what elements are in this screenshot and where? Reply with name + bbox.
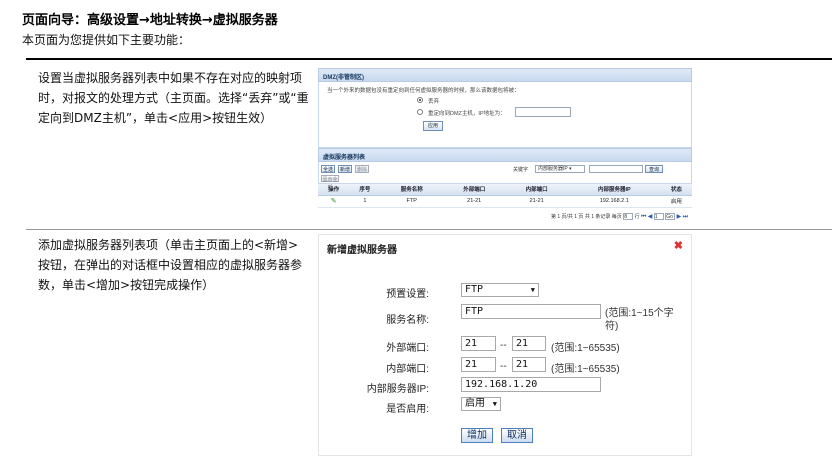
pager-text: 第 1 页/共 1 页 共 1 条记录 每页 — [550, 214, 622, 220]
row-name: FTP — [380, 195, 443, 208]
dmz-panel-header: DMZ(非管制区) — [318, 68, 692, 82]
enable-select[interactable]: 启用 ▼ — [461, 397, 501, 411]
col-action: 操作 — [318, 184, 350, 196]
close-icon[interactable]: ✖ — [674, 239, 683, 252]
vs-toolbar: 全选 新增 删除 显示全部 关键字 内部服务器IP ▾ 查询 — [318, 162, 692, 191]
int-port-to-input[interactable]: 21 — [512, 357, 546, 372]
caret-down-icon: ▼ — [530, 286, 535, 294]
drop-label: 丢弃 — [428, 99, 440, 105]
drop-radio[interactable] — [417, 97, 423, 103]
service-name-label: 服务名称: — [386, 315, 429, 326]
dmz-panel-body: 当一个外来的数据包没有重定向到任何虚拟服务器的时候，那么该数据包将被： 丢弃 重… — [318, 82, 692, 148]
keyword-select-value: 内部服务器IP — [538, 166, 568, 172]
row-int-ip: 192.168.2.1 — [567, 195, 661, 208]
caret-down-icon: ▼ — [492, 400, 497, 408]
row-status: 启用 — [660, 195, 692, 208]
page-size-input[interactable]: 8 — [623, 213, 634, 221]
ext-port-hint: (范围:1~65535) — [551, 343, 620, 354]
server-ip-label: 内部服务器IP: — [366, 384, 429, 395]
int-port-dash: -- — [500, 361, 507, 372]
next-page-icon[interactable]: ▶ — [677, 214, 682, 220]
service-name-input[interactable]: FTP — [461, 304, 601, 319]
ext-port-from-input[interactable]: 21 — [461, 336, 496, 351]
keyword-label: 关键字 — [513, 167, 529, 173]
vs-list-header: 虚拟服务器列表 — [318, 148, 692, 162]
ext-port-dash: -- — [500, 340, 507, 351]
col-ext-port: 外部端口 — [442, 184, 506, 196]
keyword-input[interactable] — [589, 165, 643, 173]
int-port-label: 内部端口: — [386, 364, 429, 375]
col-int-port: 内部端口 — [505, 184, 568, 196]
row1-description: 设置当虚拟服务器列表中如果不存在对应的映射项时，对报文的处理方式（主页面。选择“… — [38, 71, 309, 125]
enable-select-value: 启用 — [465, 398, 485, 409]
preset-select[interactable]: FTP ▼ — [461, 283, 539, 297]
preset-select-value: FTP — [465, 284, 484, 295]
add-server-dialog: 新增虚拟服务器 ✖ 预置设置: FTP ▼ 服务名称: FTP (范围:1~15… — [318, 234, 692, 456]
enable-label: 是否启用: — [386, 404, 429, 415]
mid-divider — [26, 229, 832, 230]
go-button[interactable]: Go — [665, 213, 676, 221]
redirect-radio[interactable] — [417, 109, 423, 115]
table-row: ✎ 1 FTP 21-21 21-21 192.168.2.1 启用 — [318, 195, 692, 208]
col-status: 状态 — [660, 184, 692, 196]
dmz-screenshot: DMZ(非管制区) 当一个外来的数据包没有重定向到任何虚拟服务器的时候，那么该数… — [318, 68, 692, 226]
row-ext-port: 21-21 — [442, 195, 506, 208]
prev-page-icon[interactable]: ◀ — [648, 214, 653, 220]
server-ip-input[interactable]: 192.168.1.20 — [461, 377, 601, 392]
dmz-description: 当一个外来的数据包没有重定向到任何虚拟服务器的时候，那么该数据包将被： — [327, 88, 520, 94]
last-page-icon[interactable]: ⏭ — [683, 214, 688, 220]
ext-port-to-input[interactable]: 21 — [512, 336, 546, 351]
ext-port-label: 外部端口: — [386, 343, 429, 354]
vs-table: 操作 序号 服务名称 外部端口 内部端口 内部服务器IP 状态 ✎ 1 FTP … — [318, 184, 692, 208]
page-title: 页面向导：高级设置→地址转换→虚拟服务器 — [22, 13, 278, 28]
page-number-input[interactable]: 1 — [653, 213, 664, 221]
col-name: 服务名称 — [380, 184, 443, 196]
col-index: 序号 — [349, 184, 381, 196]
search-button[interactable]: 查询 — [645, 165, 663, 173]
row-int-port: 21-21 — [505, 195, 568, 208]
row2-description: 添加虚拟服务器列表项（单击主页面上的<新增>按钮，在弹出的对话框中设置相应的虚拟… — [38, 238, 303, 292]
int-port-from-input[interactable]: 21 — [461, 357, 496, 372]
preset-label: 预置设置: — [386, 289, 429, 300]
show-all-button[interactable]: 显示全部 — [321, 175, 339, 191]
row-index: 1 — [349, 195, 381, 208]
dialog-title: 新增虚拟服务器 — [327, 245, 397, 256]
delete-button[interactable]: 删除 — [355, 165, 369, 173]
top-divider — [26, 58, 832, 60]
redirect-label: 重定向到DMZ主机，IP地址为： — [428, 111, 506, 117]
select-all-button[interactable]: 全选 — [321, 165, 335, 173]
page-subtitle: 本页面为您提供如下主要功能： — [22, 33, 191, 47]
keyword-select[interactable]: 内部服务器IP ▾ — [535, 165, 585, 173]
edit-icon[interactable]: ✎ — [318, 195, 350, 208]
new-button[interactable]: 新增 — [338, 165, 352, 173]
pager-goto-label: 行 — [634, 214, 640, 220]
service-name-hint: (范围:1~15个字符) — [605, 308, 674, 332]
col-int-ip: 内部服务器IP — [567, 184, 661, 196]
apply-button[interactable]: 应用 — [423, 121, 443, 131]
cancel-button[interactable]: 取消 — [501, 428, 533, 443]
first-page-icon[interactable]: ⏮ — [641, 214, 646, 220]
dmz-ip-input[interactable] — [515, 107, 571, 117]
pager: 第 1 页/共 1 页 共 1 条记录 每页 8 行 ⏮ ◀ 1 Go ▶ ⏭ — [551, 213, 688, 221]
add-button[interactable]: 增加 — [461, 428, 493, 443]
int-port-hint: (范围:1~65535) — [551, 364, 620, 375]
